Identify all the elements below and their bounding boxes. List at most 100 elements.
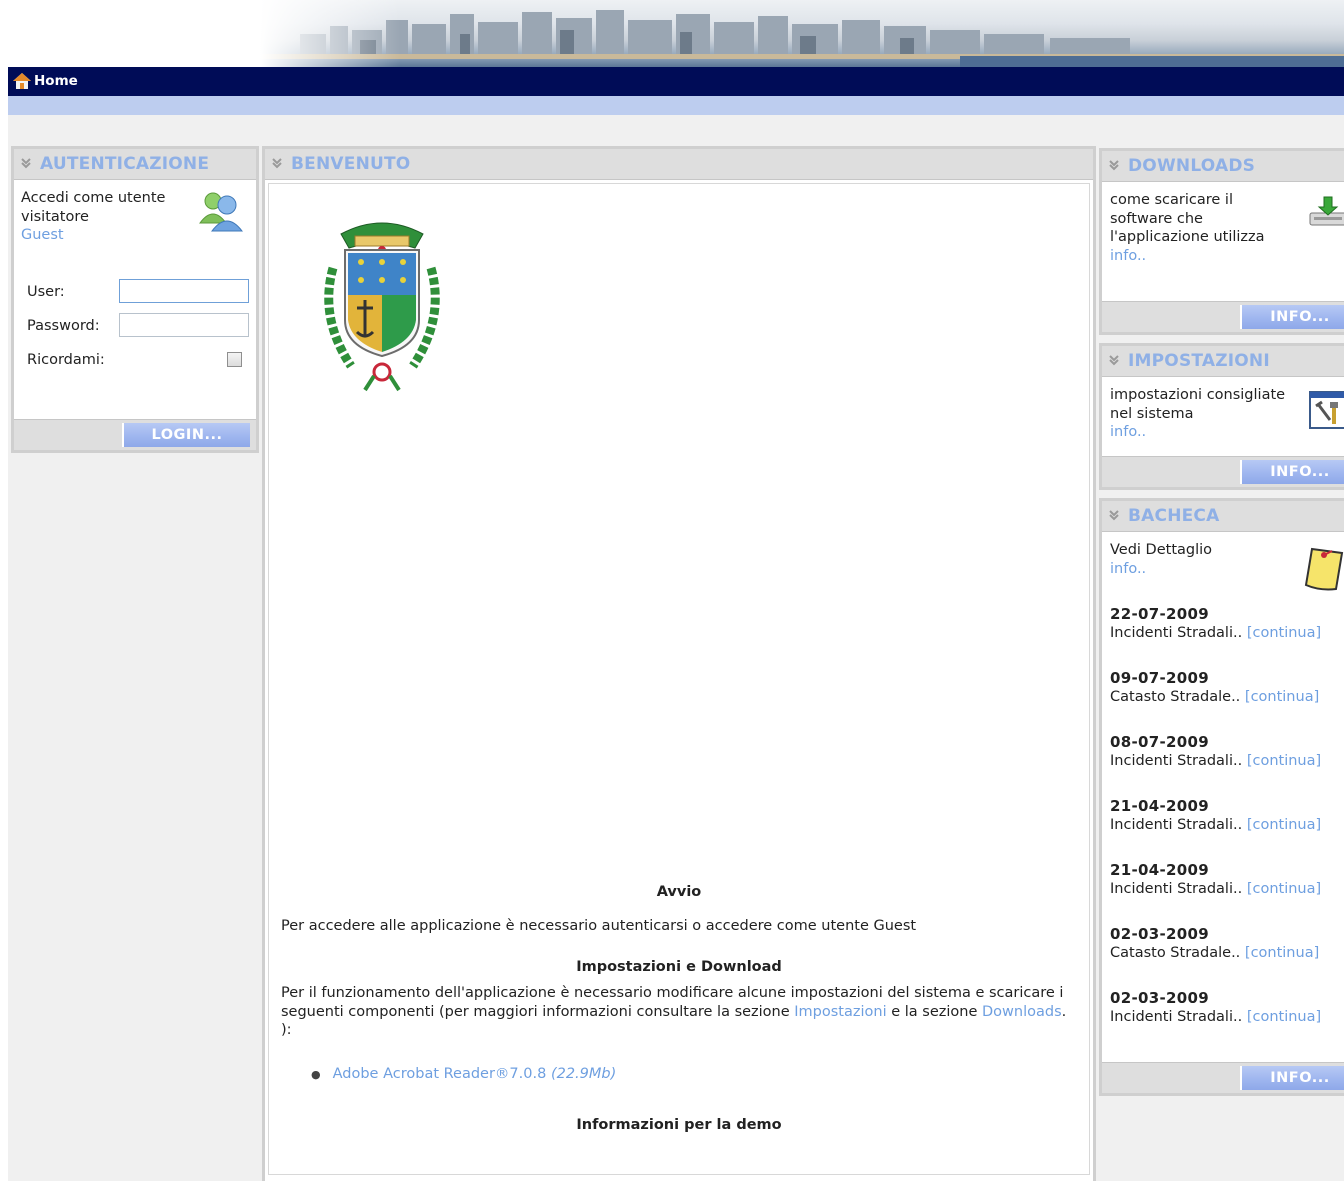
user-input[interactable] bbox=[119, 279, 249, 303]
bacheca-description: Vedi Dettaglio info.. bbox=[1110, 541, 1290, 578]
news-item: 21-04-2009 Incidenti Stradali.. [continu… bbox=[1110, 797, 1344, 834]
sticky-note-icon bbox=[1304, 547, 1344, 591]
news-item: 08-07-2009 Incidenti Stradali.. [continu… bbox=[1110, 733, 1344, 770]
bacheca-info-button[interactable]: INFO... bbox=[1240, 1066, 1344, 1090]
settings-description: impostazioni consigliate nel sistema inf… bbox=[1110, 386, 1306, 442]
city-panorama-image bbox=[260, 0, 1344, 67]
users-icon bbox=[199, 192, 243, 232]
news-item: 02-03-2009 Incidenti Stradali.. [continu… bbox=[1110, 989, 1344, 1026]
guest-description: Accedi come utente visitatore bbox=[21, 190, 166, 225]
news-text: Incidenti Stradali.. bbox=[1110, 624, 1243, 641]
login-panel-footer: LOGIN... bbox=[14, 419, 256, 450]
coat-of-arms-emblem bbox=[324, 222, 440, 392]
downloads-panel-header: DOWNLOADS bbox=[1102, 151, 1344, 182]
news-text: Incidenti Stradali.. bbox=[1110, 1008, 1243, 1025]
bacheca-text: Vedi Dettaglio bbox=[1110, 542, 1213, 558]
bacheca-panel-footer: INFO... bbox=[1102, 1062, 1344, 1093]
news-date: 02-03-2009 bbox=[1110, 989, 1209, 1007]
home-icon bbox=[13, 73, 31, 89]
avvio-text: Per accedere alle applicazione è necessa… bbox=[281, 918, 917, 934]
impostazioni-link[interactable]: Impostazioni bbox=[794, 1004, 886, 1020]
bacheca-info-link[interactable]: info.. bbox=[1110, 561, 1146, 577]
header-banner bbox=[8, 0, 1344, 67]
settings-info-link[interactable]: info.. bbox=[1110, 424, 1146, 440]
collapse-arrow-icon[interactable] bbox=[1108, 506, 1120, 526]
collapse-arrow-icon[interactable] bbox=[1108, 351, 1120, 371]
bacheca-panel: BACHECA Vedi Dettaglio info.. 22-07-2009… bbox=[1099, 498, 1344, 1096]
news-date: 08-07-2009 bbox=[1110, 733, 1209, 751]
news-text: Catasto Stradale.. bbox=[1110, 688, 1241, 705]
login-form: Accedi come utente visitatore Guest User… bbox=[17, 183, 253, 410]
downloads-description: come scaricare il software che l'applica… bbox=[1110, 191, 1290, 265]
downloads-panel-footer: INFO... bbox=[1102, 301, 1344, 332]
user-label: User: bbox=[27, 284, 65, 300]
remember-checkbox[interactable] bbox=[227, 352, 242, 367]
continua-link[interactable]: [continua] bbox=[1245, 945, 1319, 961]
settings-info-button[interactable]: INFO... bbox=[1240, 460, 1344, 484]
settings-heading: Impostazioni e Download bbox=[576, 959, 782, 975]
news-text: Incidenti Stradali.. bbox=[1110, 880, 1243, 897]
news-text: Incidenti Stradali.. bbox=[1110, 752, 1243, 769]
sub-nav-bar bbox=[8, 96, 1344, 115]
news-text: Catasto Stradale.. bbox=[1110, 944, 1241, 961]
nav-bar: Home bbox=[8, 67, 1344, 96]
avvio-heading: Avvio bbox=[656, 884, 702, 900]
collapse-arrow-icon[interactable] bbox=[20, 154, 32, 174]
news-date: 22-07-2009 bbox=[1110, 605, 1209, 623]
component-size: (22.9Mb) bbox=[550, 1066, 617, 1082]
user-row: User: bbox=[27, 279, 251, 305]
news-date: 02-03-2009 bbox=[1110, 925, 1209, 943]
downloads-panel: DOWNLOADS come scaricare il software che… bbox=[1099, 148, 1344, 335]
downloads-panel-title: DOWNLOADS bbox=[1128, 156, 1256, 176]
settings-text: impostazioni consigliate nel sistema bbox=[1110, 387, 1286, 422]
password-row: Password: bbox=[27, 313, 251, 339]
acrobat-reader-link[interactable]: Adobe Acrobat Reader®7.0.8 bbox=[333, 1066, 547, 1082]
settings-panel-header: IMPOSTAZIONI bbox=[1102, 346, 1344, 377]
remember-label: Ricordami: bbox=[27, 352, 105, 368]
home-link[interactable]: Home bbox=[12, 72, 78, 90]
downloads-info-button[interactable]: INFO... bbox=[1240, 305, 1344, 329]
settings-text-2: e la sezione bbox=[886, 1003, 982, 1020]
downloads-text: come scaricare il software che l'applica… bbox=[1110, 192, 1265, 245]
login-button[interactable]: LOGIN... bbox=[122, 423, 250, 447]
login-panel: AUTENTICAZIONE Accedi come utente visita… bbox=[11, 146, 259, 453]
demo-heading: Informazioni per la demo bbox=[576, 1117, 782, 1133]
download-icon bbox=[1309, 196, 1344, 226]
downloads-link[interactable]: Downloads bbox=[982, 1004, 1062, 1020]
news-text: Incidenti Stradali.. bbox=[1110, 816, 1243, 833]
news-date: 21-04-2009 bbox=[1110, 797, 1209, 815]
news-date: 09-07-2009 bbox=[1110, 669, 1209, 687]
tools-icon bbox=[1309, 391, 1344, 429]
guest-link[interactable]: Guest bbox=[21, 227, 64, 243]
component-list-item: ● Adobe Acrobat Reader®7.0.8 (22.9Mb) bbox=[311, 1065, 616, 1085]
login-panel-header: AUTENTICAZIONE bbox=[14, 149, 256, 180]
settings-panel: IMPOSTAZIONI impostazioni consigliate ne… bbox=[1099, 343, 1344, 490]
password-input[interactable] bbox=[119, 313, 249, 337]
bullet-icon: ● bbox=[311, 1068, 321, 1081]
continua-link[interactable]: [continua] bbox=[1245, 689, 1319, 705]
collapse-arrow-icon[interactable] bbox=[271, 154, 283, 174]
home-label: Home bbox=[34, 73, 78, 89]
continua-link[interactable]: [continua] bbox=[1247, 817, 1321, 833]
bacheca-panel-title: BACHECA bbox=[1128, 506, 1220, 526]
remember-row: Ricordami: bbox=[27, 347, 251, 373]
welcome-content: Avvio Per accedere alle applicazione è n… bbox=[268, 183, 1090, 1175]
settings-panel-title: IMPOSTAZIONI bbox=[1128, 351, 1270, 371]
page: Home AUTENTICAZIONE Accedi come utente v… bbox=[8, 0, 1344, 1181]
news-item: 21-04-2009 Incidenti Stradali.. [continu… bbox=[1110, 861, 1344, 898]
continua-link[interactable]: [continua] bbox=[1247, 625, 1321, 641]
welcome-panel-header: BENVENUTO bbox=[265, 149, 1093, 180]
password-label: Password: bbox=[27, 318, 100, 334]
welcome-panel-title: BENVENUTO bbox=[291, 154, 411, 174]
continua-link[interactable]: [continua] bbox=[1247, 881, 1321, 897]
login-panel-title: AUTENTICAZIONE bbox=[40, 154, 210, 174]
news-item: 09-07-2009 Catasto Stradale.. [continua] bbox=[1110, 669, 1344, 706]
news-date: 21-04-2009 bbox=[1110, 861, 1209, 879]
news-item: 22-07-2009 Incidenti Stradali.. [continu… bbox=[1110, 605, 1344, 642]
continua-link[interactable]: [continua] bbox=[1247, 753, 1321, 769]
downloads-info-link[interactable]: info.. bbox=[1110, 248, 1146, 264]
continua-link[interactable]: [continua] bbox=[1247, 1009, 1321, 1025]
settings-paragraph: Per il funzionamento dell'applicazione è… bbox=[281, 984, 1075, 1040]
welcome-panel: BENVENUTO Avvio Per accedere alle applic… bbox=[262, 146, 1096, 1181]
collapse-arrow-icon[interactable] bbox=[1108, 156, 1120, 176]
